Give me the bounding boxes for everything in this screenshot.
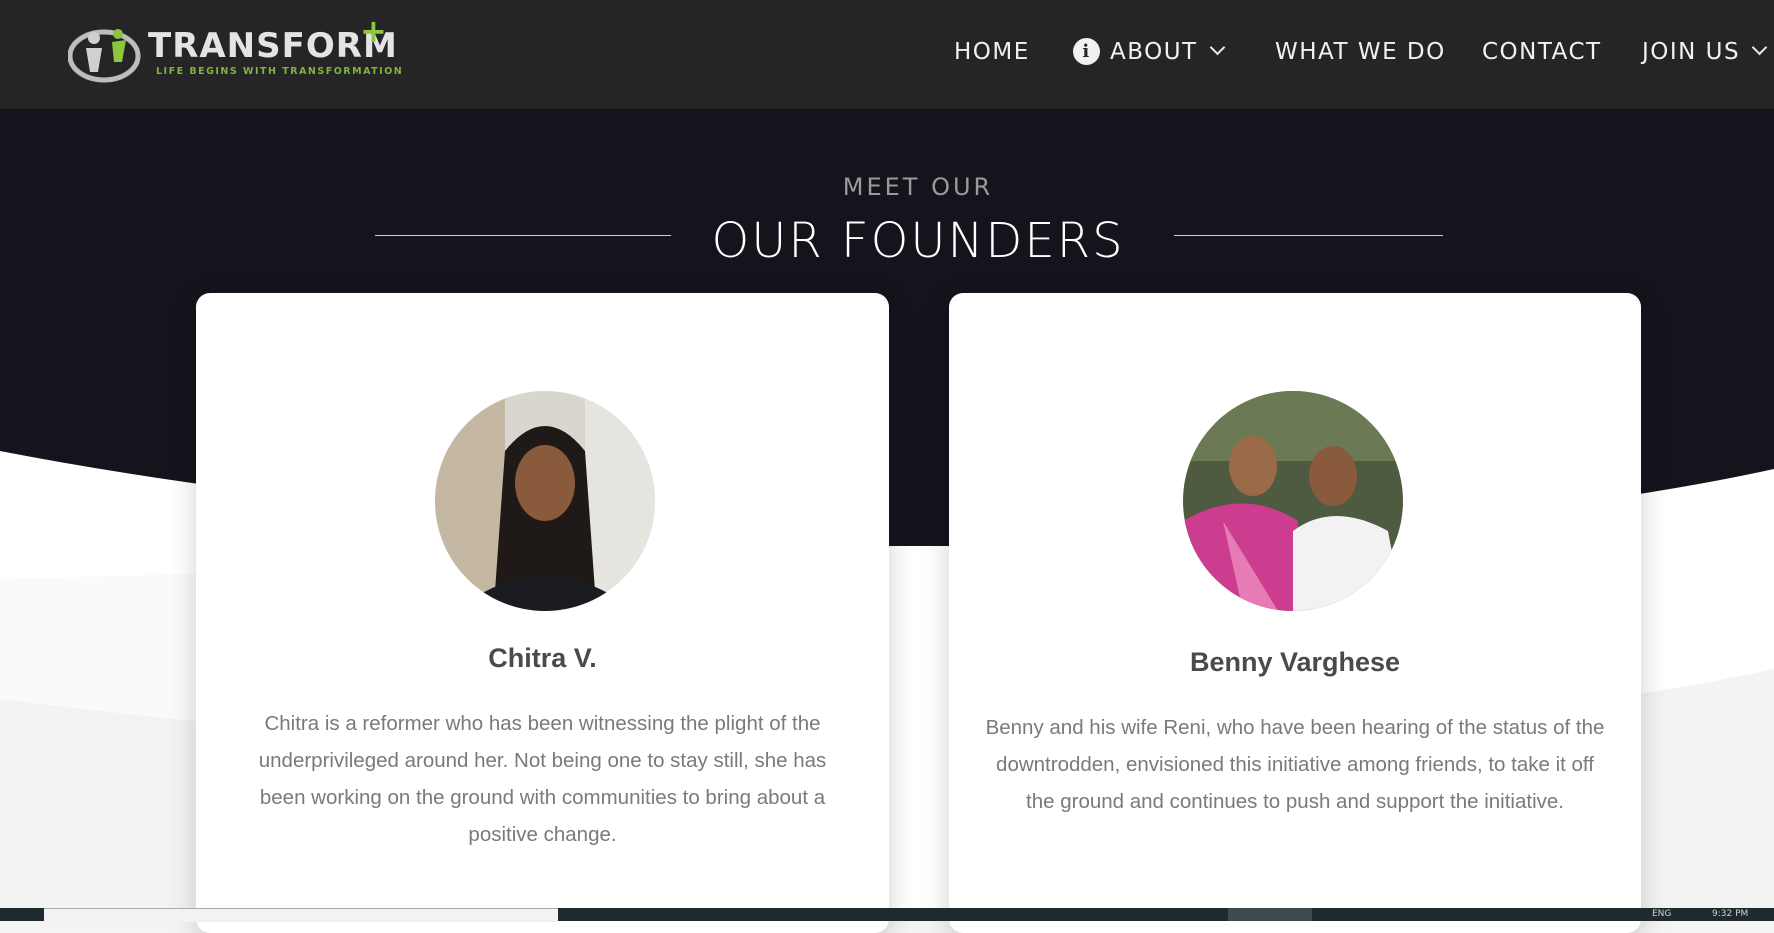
taskbar-search-box[interactable] <box>44 908 558 922</box>
founder-card: Chitra V. Chitra is a reformer who has b… <box>196 293 889 933</box>
founder-photo <box>435 391 655 611</box>
chevron-down-icon <box>1209 39 1225 56</box>
portrait-woman-icon <box>435 391 655 611</box>
taskbar-clock[interactable]: 9:32 PM <box>1712 909 1748 919</box>
taskbar-active-app[interactable] <box>1228 908 1312 921</box>
founder-name: Chitra V. <box>488 643 597 673</box>
founder-bio: Benny and his wife Reni, who have been h… <box>985 716 1605 813</box>
logo-plus-mark: + <box>360 12 387 50</box>
site-logo[interactable]: TRANSFORM + LIFE BEGINS WITH TRANSFORMAT… <box>68 12 402 86</box>
founder-card: Benny Varghese Benny and his wife Reni, … <box>949 293 1641 933</box>
nav-what-we-do-label: WHAT WE DO <box>1275 39 1446 65</box>
nav-about[interactable]: i ABOUT <box>1073 38 1225 66</box>
section-title: OUR FOUNDERS <box>711 213 1125 269</box>
nav-home-label: HOME <box>954 39 1030 65</box>
info-icon: i <box>1073 38 1100 65</box>
nav-about-label: ABOUT <box>1110 39 1198 65</box>
chevron-down-icon <box>1751 39 1768 56</box>
title-divider-right <box>1174 235 1443 236</box>
logo-emblem-icon <box>68 29 141 83</box>
nav-what-we-do[interactable]: WHAT WE DO <box>1275 38 1446 66</box>
nav-home[interactable]: HOME <box>954 38 1030 66</box>
founder-bio: Chitra is a reformer who has been witnes… <box>258 712 827 846</box>
founder-photo <box>1183 391 1403 611</box>
nav-join-us-label: JOIN US <box>1642 39 1741 65</box>
founders-section: MEET OUR OUR FOUNDERS Chitra V. Chitra i… <box>0 109 1774 933</box>
title-divider-left <box>375 235 671 236</box>
portrait-couple-icon <box>1183 391 1403 611</box>
os-taskbar: ENG 9:32 PM <box>0 908 1774 922</box>
taskbar-language[interactable]: ENG <box>1652 909 1671 919</box>
top-navbar: TRANSFORM + LIFE BEGINS WITH TRANSFORMAT… <box>0 0 1774 109</box>
logo-tagline: LIFE BEGINS WITH TRANSFORMATION <box>156 66 404 77</box>
nav-contact[interactable]: CONTACT <box>1482 38 1602 66</box>
nav-join-us[interactable]: JOIN US <box>1642 38 1768 66</box>
nav-contact-label: CONTACT <box>1482 39 1602 65</box>
section-eyebrow: MEET OUR <box>842 173 994 201</box>
founder-name: Benny Varghese <box>1189 647 1401 677</box>
